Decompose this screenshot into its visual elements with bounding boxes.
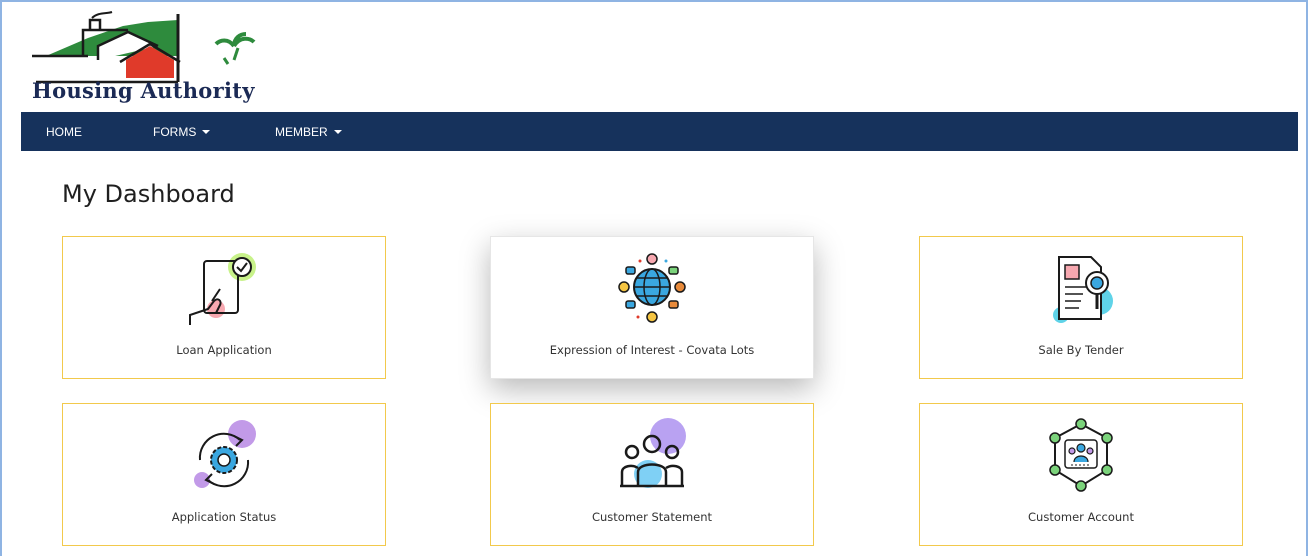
caret-down-icon <box>333 129 342 134</box>
housing-logo-icon <box>32 11 256 84</box>
main-navbar: HOME FORMS MEMBER <box>21 112 1298 151</box>
nav-home[interactable]: HOME <box>46 125 82 139</box>
brand-name: Housing Authority <box>32 78 255 103</box>
brand-logo[interactable]: Housing Authority <box>28 8 308 108</box>
caret-down-icon <box>202 129 211 134</box>
card-application-status[interactable]: Application Status <box>62 403 386 546</box>
nav-forms-label: FORMS <box>153 124 197 139</box>
globe-network-icon <box>618 253 686 323</box>
nav-member-dropdown[interactable]: MEMBER <box>275 125 342 139</box>
network-users-icon <box>1049 418 1113 492</box>
card-label: Application Status <box>171 510 277 524</box>
nav-home-label: HOME <box>46 124 82 139</box>
card-label: Loan Application <box>176 343 272 357</box>
card-expression-of-interest[interactable]: Expression of Interest - Covata Lots <box>490 236 814 379</box>
card-label: Sale By Tender <box>1038 343 1124 357</box>
nav-forms-dropdown[interactable]: FORMS <box>153 124 211 139</box>
group-people-icon <box>620 418 686 488</box>
card-loan-application[interactable]: Loan Application <box>62 236 386 379</box>
card-label: Customer Account <box>1028 510 1134 524</box>
card-label: Customer Statement <box>591 510 713 524</box>
card-customer-account[interactable]: Customer Account <box>919 403 1243 546</box>
document-search-icon <box>1053 256 1113 323</box>
page-title: My Dashboard <box>62 180 235 208</box>
refresh-gear-icon <box>194 420 256 488</box>
card-customer-statement[interactable]: Customer Statement <box>490 403 814 546</box>
tablet-check-icon <box>189 253 256 325</box>
nav-member-label: MEMBER <box>275 124 328 139</box>
card-sale-by-tender[interactable]: Sale By Tender <box>919 236 1243 379</box>
card-label: Expression of Interest - Covata Lots <box>549 343 755 357</box>
